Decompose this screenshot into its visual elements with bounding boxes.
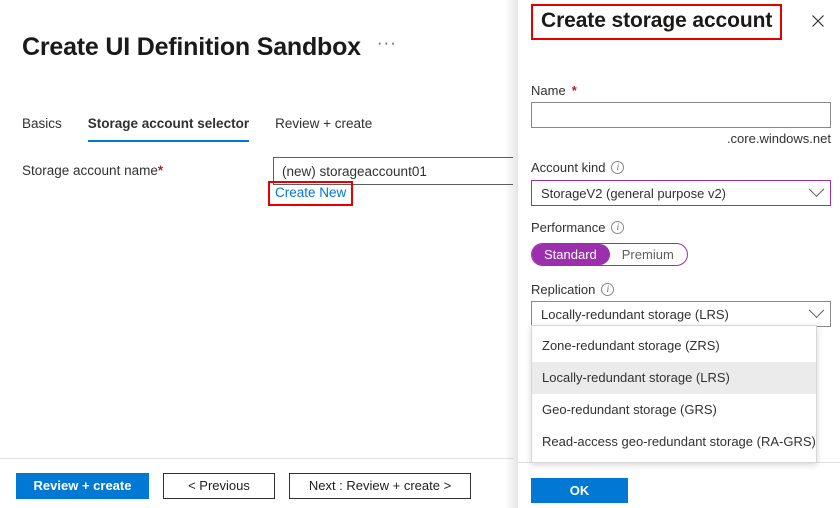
blade-title-highlight-box: Create storage account	[531, 4, 783, 40]
tab-storage-account-selector[interactable]: Storage account selector	[87, 116, 250, 142]
replication-dropdown[interactable]: Locally-redundant storage (LRS)	[531, 301, 831, 327]
account-kind-dropdown[interactable]: StorageV2 (general purpose v2)	[531, 180, 831, 206]
chevron-down-icon	[808, 180, 825, 197]
next-review-create-button[interactable]: Next : Review + create >	[289, 473, 471, 499]
replication-label: Replication i	[531, 282, 615, 297]
dropdown-option-grs[interactable]: Geo-redundant storage (GRS)	[532, 394, 816, 426]
name-label: Name *	[531, 83, 577, 98]
dropdown-option-ra-grs[interactable]: Read-access geo-redundant storage (RA-GR…	[532, 426, 816, 458]
ok-button[interactable]: OK	[531, 478, 628, 503]
info-icon[interactable]: i	[611, 221, 625, 234]
blade-title: Create storage account	[541, 9, 773, 32]
close-icon[interactable]	[808, 11, 828, 31]
chevron-down-icon	[808, 301, 825, 318]
name-label-text: Name	[531, 83, 566, 98]
blade-header: Create storage account	[518, 0, 840, 48]
blade-shadow	[505, 0, 518, 508]
dropdown-option-lrs[interactable]: Locally-redundant storage (LRS)	[532, 362, 816, 394]
wizard-footer-buttons: Review + create < Previous Next : Review…	[16, 473, 471, 499]
performance-option-standard[interactable]: Standard	[531, 244, 610, 265]
replication-dropdown-list: Zone-redundant storage (ZRS) Locally-red…	[531, 325, 817, 463]
dropdown-option-zrs[interactable]: Zone-redundant storage (ZRS)	[532, 330, 816, 362]
page-header: Create UI Definition Sandbox ···	[22, 32, 397, 62]
info-icon[interactable]: i	[611, 161, 625, 174]
info-icon[interactable]: i	[601, 283, 615, 296]
account-kind-selected-value: StorageV2 (general purpose v2)	[541, 185, 727, 201]
previous-button[interactable]: < Previous	[163, 473, 275, 499]
create-new-highlight-box: Create New	[268, 181, 354, 206]
name-required-asterisk: *	[571, 83, 577, 98]
create-new-link[interactable]: Create New	[275, 185, 346, 200]
performance-label: Performance i	[531, 220, 625, 235]
performance-toggle[interactable]: Standard Premium	[531, 243, 688, 266]
tab-review-create[interactable]: Review + create	[275, 116, 372, 142]
replication-label-text: Replication	[531, 282, 596, 297]
performance-option-premium[interactable]: Premium	[609, 244, 687, 265]
create-ui-definition-sandbox-panel: Create UI Definition Sandbox ··· Basics …	[0, 0, 513, 508]
azure-portal-screen: Create UI Definition Sandbox ··· Basics …	[0, 0, 840, 508]
account-kind-label-text: Account kind	[531, 160, 606, 175]
replication-selected-value: Locally-redundant storage (LRS)	[541, 306, 729, 322]
page-title: Create UI Definition Sandbox	[22, 33, 361, 61]
tab-basics[interactable]: Basics	[22, 116, 62, 142]
storage-account-name-label: Storage account name*	[22, 163, 163, 178]
wizard-tabs: Basics Storage account selector Review +…	[22, 116, 372, 142]
review-create-button[interactable]: Review + create	[16, 473, 149, 499]
required-asterisk: *	[157, 163, 164, 178]
footer-divider	[0, 458, 513, 459]
name-input[interactable]	[531, 102, 831, 128]
more-options-icon[interactable]: ···	[377, 34, 397, 56]
account-kind-label: Account kind i	[531, 160, 625, 175]
name-suffix-text: .core.windows.net	[726, 131, 831, 146]
storage-account-name-label-text: Storage account name	[22, 163, 158, 178]
performance-label-text: Performance	[531, 220, 606, 235]
